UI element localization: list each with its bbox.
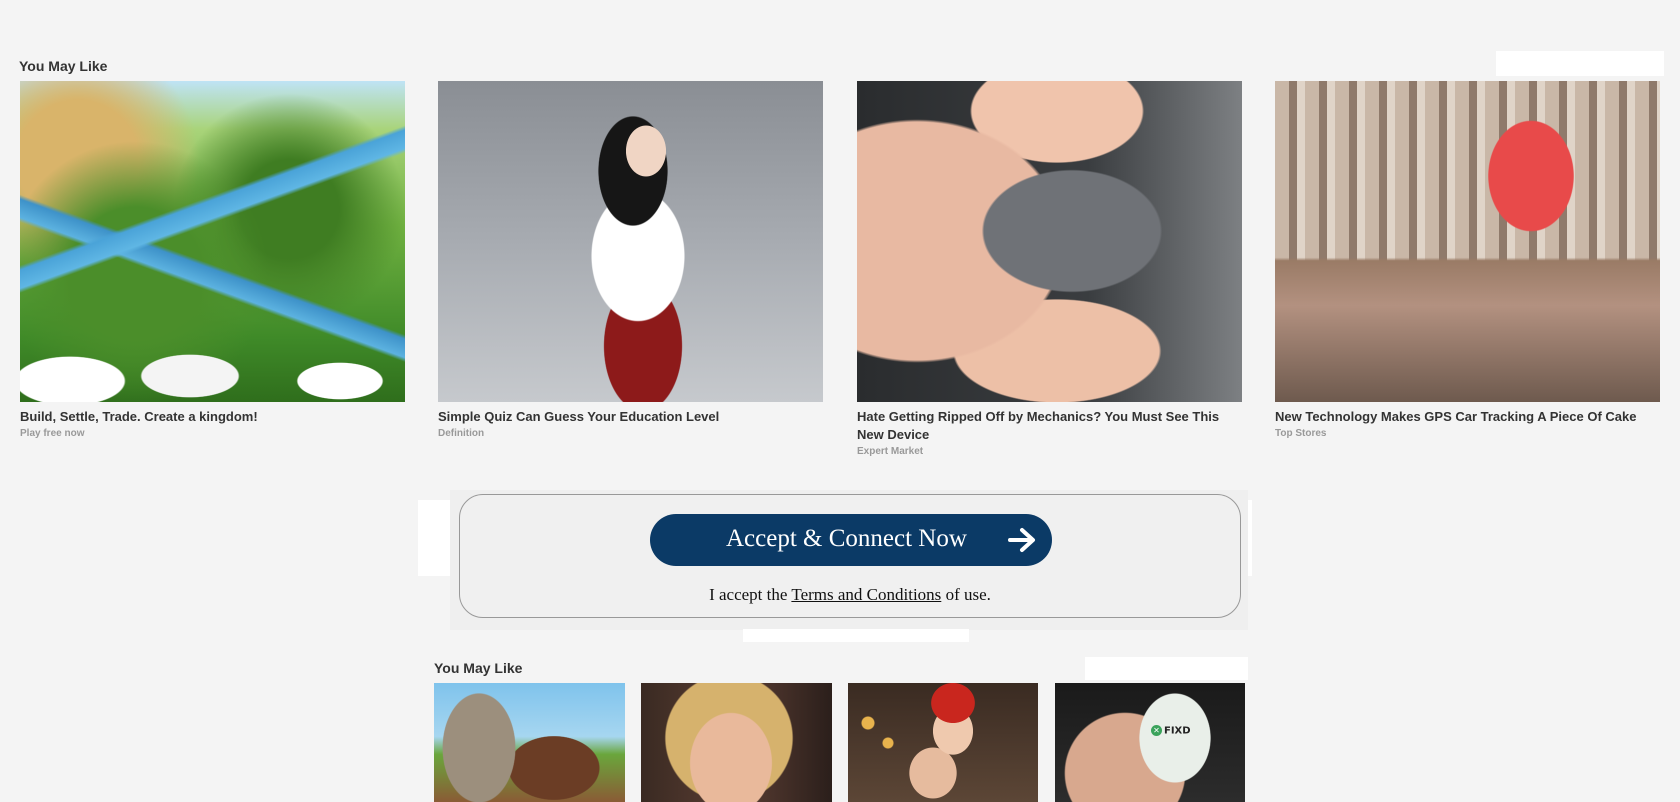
- recommendation-card[interactable]: ✕ FIXD: [1055, 683, 1245, 802]
- recommendation-card[interactable]: [641, 683, 832, 802]
- section-title-you-may-like: You May Like: [434, 660, 523, 676]
- fixd-logo: ✕ FIXD: [1151, 725, 1191, 737]
- recommendation-card[interactable]: New Technology Makes GPS Car Tracking A …: [1275, 81, 1660, 439]
- terms-link[interactable]: Terms and Conditions: [791, 585, 941, 604]
- card-thumbnail[interactable]: [434, 683, 625, 802]
- accept-button-label: Accept & Connect Now: [726, 525, 967, 552]
- recommendation-card[interactable]: [434, 683, 625, 802]
- terms-acceptance-text: I accept the Terms and Conditions of use…: [460, 585, 1240, 605]
- accept-suffix: of use.: [945, 585, 991, 604]
- card-source[interactable]: Definition: [438, 428, 823, 439]
- accept-prefix: I accept the: [709, 585, 788, 604]
- card-thumbnail[interactable]: [438, 81, 823, 402]
- card-thumbnail[interactable]: [848, 683, 1038, 802]
- card-thumbnail[interactable]: ✕ FIXD: [1055, 683, 1245, 802]
- sponsor-logo-slot[interactable]: [1085, 657, 1248, 680]
- card-thumbnail[interactable]: [641, 683, 832, 802]
- card-title[interactable]: Build, Settle, Trade. Create a kingdom!: [20, 408, 405, 426]
- arrow-right-icon: [1008, 528, 1035, 552]
- recommendation-card[interactable]: Build, Settle, Trade. Create a kingdom! …: [20, 81, 405, 439]
- section-title-you-may-like: You May Like: [19, 58, 108, 74]
- card-thumbnail[interactable]: [1275, 81, 1660, 402]
- accept-connect-button[interactable]: Accept & Connect Now: [650, 514, 1052, 566]
- card-title[interactable]: Hate Getting Ripped Off by Mechanics? Yo…: [857, 408, 1242, 444]
- recommendation-card[interactable]: [848, 683, 1038, 802]
- consent-dialog: Accept & Connect Now I accept the Terms …: [459, 494, 1241, 618]
- card-source[interactable]: Expert Market: [857, 446, 1242, 457]
- card-thumbnail[interactable]: [20, 81, 405, 402]
- card-title[interactable]: New Technology Makes GPS Car Tracking A …: [1275, 408, 1660, 426]
- card-source[interactable]: Play free now: [20, 428, 405, 439]
- sponsor-logo-slot[interactable]: [1496, 51, 1664, 76]
- card-thumbnail[interactable]: [857, 81, 1242, 402]
- ad-placeholder-bar: [743, 629, 969, 642]
- recommendation-card[interactable]: Hate Getting Ripped Off by Mechanics? Yo…: [857, 81, 1242, 457]
- recommendation-card[interactable]: Simple Quiz Can Guess Your Education Lev…: [438, 81, 823, 439]
- card-title[interactable]: Simple Quiz Can Guess Your Education Lev…: [438, 408, 823, 426]
- card-source[interactable]: Top Stores: [1275, 428, 1660, 439]
